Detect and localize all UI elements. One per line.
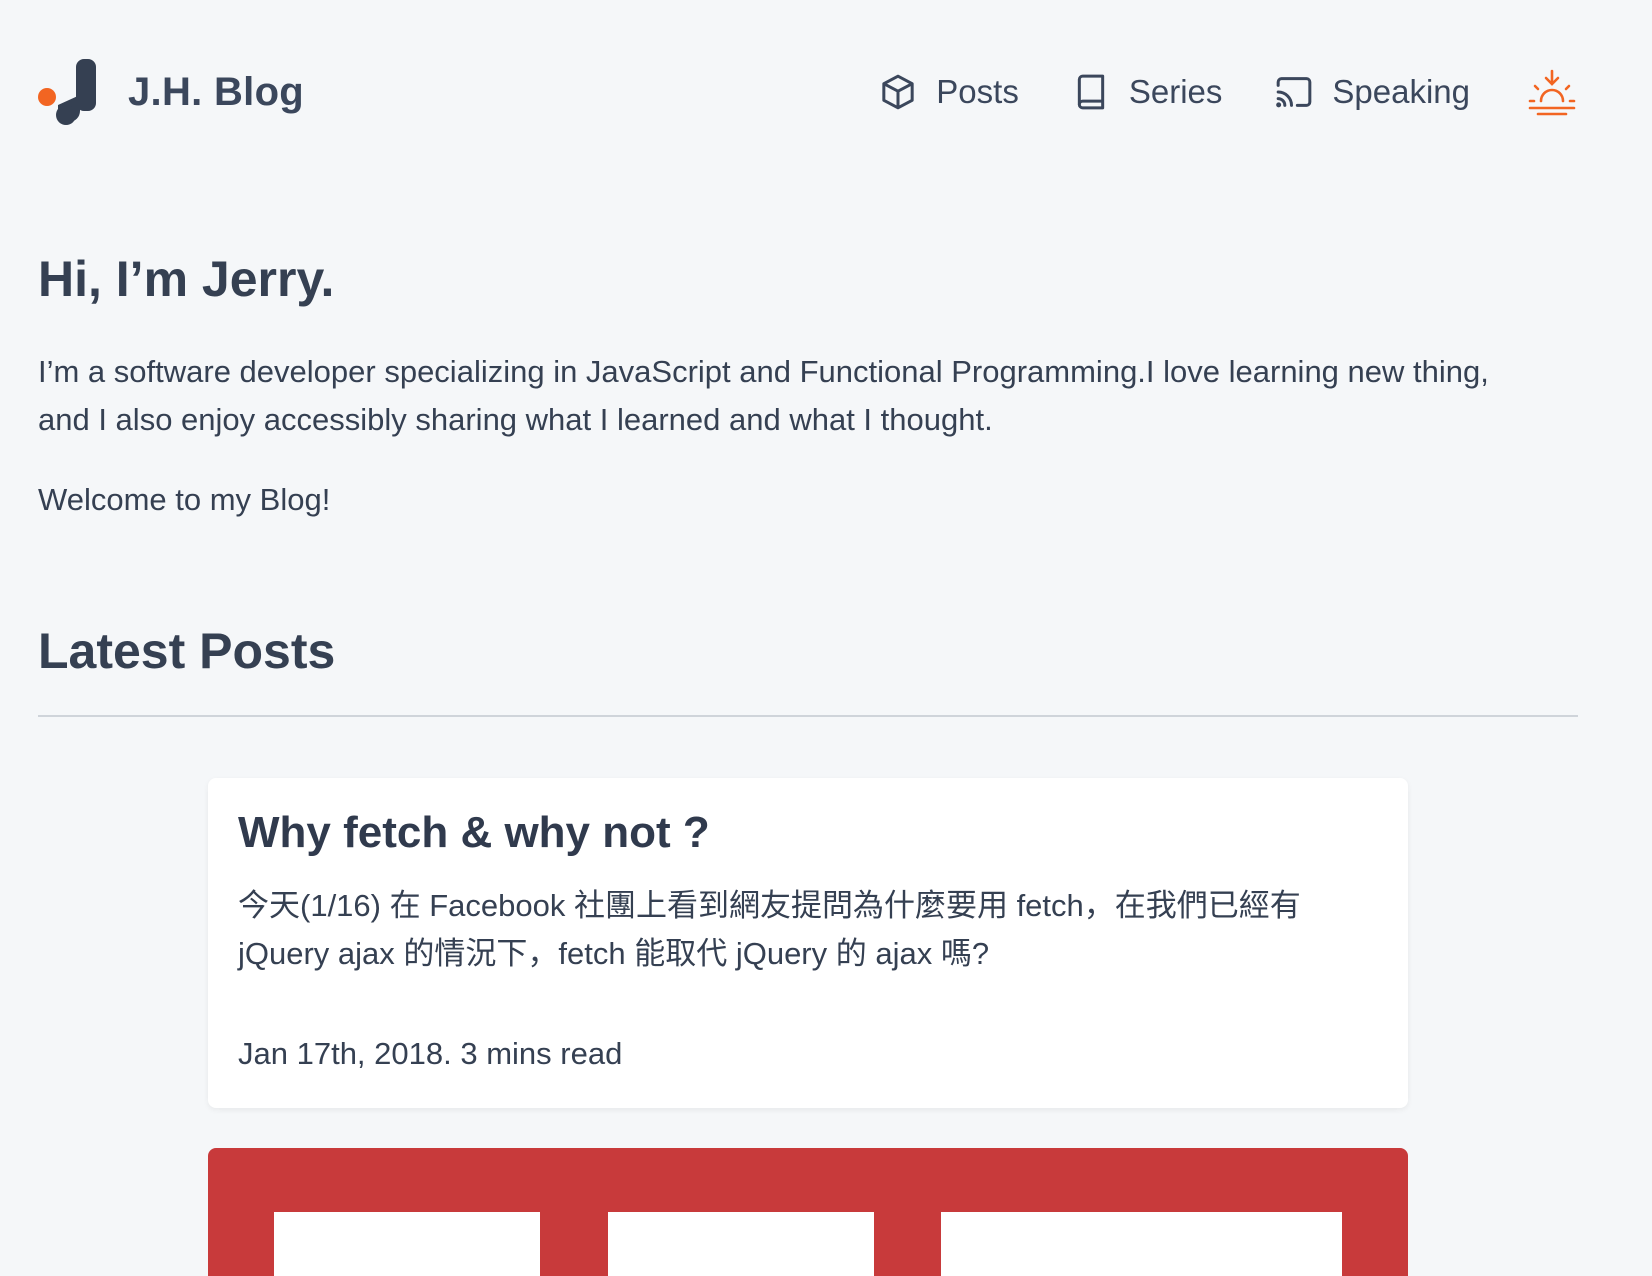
page: J.H. Blog Posts Series Speaking Hi, I’m … bbox=[0, 0, 1652, 1276]
site-header: J.H. Blog Posts Series Speaking bbox=[38, 58, 1578, 126]
post-meta: Jan 17th, 2018. 3 mins read bbox=[238, 1036, 623, 1071]
book-icon bbox=[1077, 74, 1105, 110]
nav-label-speaking: Speaking bbox=[1332, 73, 1470, 110]
nav-item-speaking[interactable]: Speaking bbox=[1274, 72, 1470, 112]
logo-icon bbox=[38, 59, 96, 125]
cube-icon bbox=[882, 74, 914, 110]
image-panel bbox=[941, 1212, 1342, 1276]
main-nav: Posts Series Speaking bbox=[826, 67, 1578, 117]
nav-item-posts[interactable]: Posts bbox=[878, 72, 1019, 112]
post-title[interactable]: Why fetch & why not ? bbox=[238, 808, 710, 858]
welcome-text: Welcome to my Blog! bbox=[38, 482, 331, 517]
image-panel bbox=[608, 1212, 874, 1276]
brand-link[interactable]: J.H. Blog bbox=[38, 59, 304, 125]
intro-bio: I’m a software developer specializing in… bbox=[38, 354, 1489, 437]
post-card[interactable]: Why fetch & why not ? 今天(1/16) 在 Faceboo… bbox=[208, 778, 1408, 1108]
section-divider bbox=[38, 715, 1578, 717]
intro-title: Hi, I’m Jerry. bbox=[38, 251, 335, 307]
nav-label-posts: Posts bbox=[936, 73, 1019, 110]
post-card-image[interactable] bbox=[208, 1148, 1408, 1276]
post-excerpt: 今天(1/16) 在 Facebook 社團上看到網友提問為什麼要用 fetch… bbox=[238, 888, 1301, 971]
brand-name: J.H. Blog bbox=[128, 69, 305, 114]
cast-icon bbox=[1276, 77, 1312, 108]
sunrise-icon[interactable] bbox=[1526, 67, 1578, 117]
latest-posts-heading: Latest Posts bbox=[38, 623, 336, 679]
nav-label-series: Series bbox=[1128, 73, 1223, 110]
nav-item-series[interactable]: Series bbox=[1071, 72, 1223, 112]
image-panel bbox=[274, 1212, 540, 1276]
